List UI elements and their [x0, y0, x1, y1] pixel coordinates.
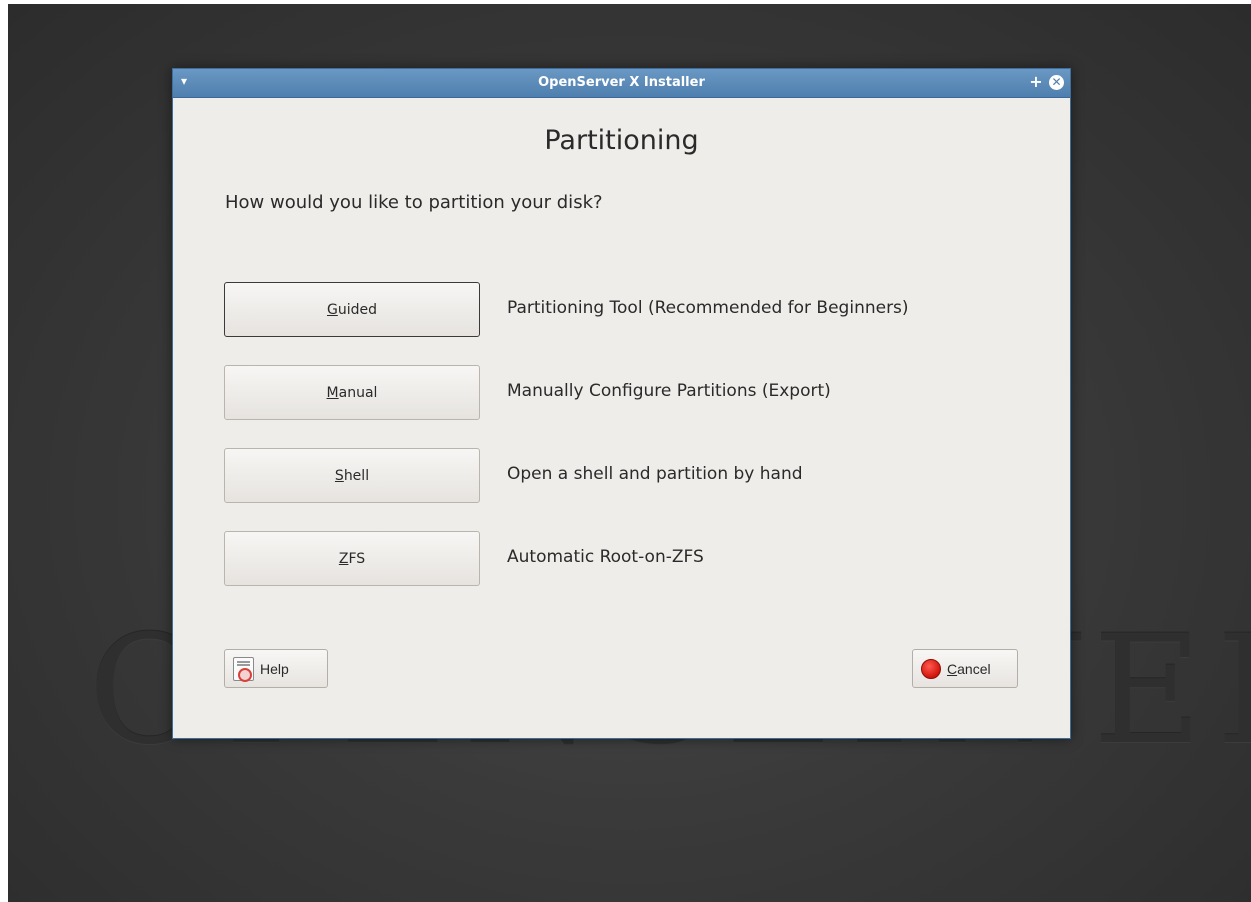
title-bar-buttons: + ✕	[1029, 74, 1064, 90]
desktop: OPENSERVER X ▾ OpenServer X Installer + …	[8, 4, 1251, 902]
partition-question: How would you like to partition your dis…	[225, 192, 603, 213]
cancel-label-rest: ancel	[957, 660, 991, 677]
cancel-label: Cancel	[947, 661, 991, 677]
help-book-icon	[233, 656, 254, 682]
shell-button[interactable]: Shell	[224, 448, 480, 503]
zfs-label: FS	[348, 550, 366, 567]
page-title: Partitioning	[544, 125, 699, 156]
help-label: Help	[260, 660, 289, 677]
shell-description: Open a shell and partition by hand	[507, 464, 803, 484]
guided-label: uided	[337, 301, 377, 318]
option-row-zfs: Z FS Automatic Root-on-ZFS	[224, 531, 1044, 586]
help-button[interactable]: Help	[224, 649, 328, 688]
installer-window: ▾ OpenServer X Installer + ✕ Partitionin…	[172, 68, 1071, 739]
zfs-button[interactable]: Z FS	[224, 531, 480, 586]
shell-mnemonic: S	[334, 467, 344, 484]
close-icon[interactable]: ✕	[1049, 74, 1064, 90]
option-row-guided: Guided Partitioning Tool (Recommended fo…	[224, 282, 1044, 337]
manual-description: Manually Configure Partitions (Export)	[507, 381, 831, 401]
guided-button[interactable]: Guided	[224, 282, 480, 337]
option-row-manual: Manual Manually Configure Partitions (Ex…	[224, 365, 1044, 420]
option-row-shell: Shell Open a shell and partition by hand	[224, 448, 1044, 503]
cancel-button[interactable]: Cancel	[912, 649, 1018, 688]
stop-icon	[921, 658, 941, 679]
shell-label: hell	[343, 467, 370, 484]
guided-mnemonic: G	[326, 301, 338, 318]
manual-mnemonic: M	[326, 384, 339, 401]
zfs-mnemonic: Z	[338, 550, 349, 567]
plus-icon[interactable]: +	[1029, 74, 1043, 90]
manual-label: anual	[338, 384, 378, 401]
title-bar[interactable]: ▾ OpenServer X Installer + ✕	[173, 69, 1070, 98]
cancel-mnemonic: C	[947, 660, 958, 677]
window-title: OpenServer X Installer	[538, 75, 705, 90]
manual-button[interactable]: Manual	[224, 365, 480, 420]
guided-description: Partitioning Tool (Recommended for Begin…	[507, 298, 909, 318]
zfs-description: Automatic Root-on-ZFS	[507, 547, 704, 567]
